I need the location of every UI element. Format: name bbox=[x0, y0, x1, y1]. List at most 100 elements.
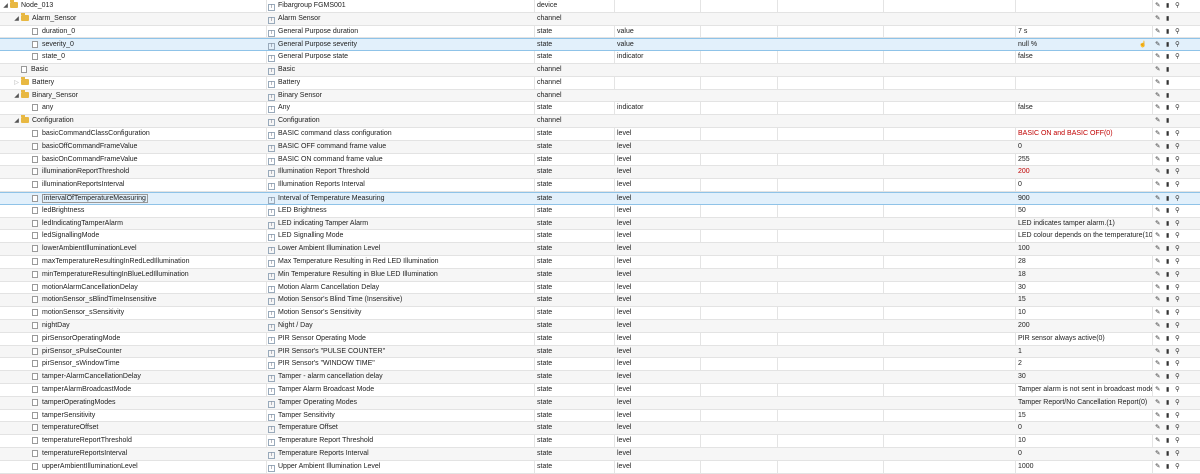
tree-row-state[interactable]: pirSensor_sWindowTime i PIR Sensor's "WIND… bbox=[0, 358, 1200, 372]
edit-icon[interactable]: ✎ bbox=[1155, 333, 1160, 345]
object-id[interactable]: Battery bbox=[32, 79, 54, 86]
delete-icon[interactable]: ▮ bbox=[1166, 333, 1169, 345]
tree-row-state[interactable]: basicOffCommandFrameValue i BASIC OFF comm… bbox=[0, 140, 1200, 154]
object-value[interactable]: 15 bbox=[1018, 410, 1152, 422]
object-value[interactable]: 100 bbox=[1018, 243, 1152, 255]
tree-row-state[interactable]: tamperAlarmBroadcastMode i Tamper Alarm Br… bbox=[0, 384, 1200, 397]
edit-icon[interactable]: ✎ bbox=[1155, 346, 1160, 358]
wrench-icon[interactable]: ⚲ bbox=[1175, 307, 1180, 319]
object-value[interactable]: 7 s bbox=[1018, 26, 1152, 38]
delete-icon[interactable]: ▮ bbox=[1166, 282, 1169, 294]
object-id[interactable]: upperAmbientIlluminationLevel bbox=[42, 463, 138, 470]
edit-icon[interactable]: ✎ bbox=[1155, 269, 1160, 281]
object-value[interactable]: BASIC ON and BASIC OFF(0) bbox=[1018, 128, 1152, 140]
tree-row-state[interactable]: severity_0 i General Purpose severity state… bbox=[0, 38, 1200, 52]
wrench-icon[interactable]: ⚲ bbox=[1175, 384, 1180, 396]
object-id[interactable]: lowerAmbientIlluminationLevel bbox=[42, 245, 137, 252]
edit-icon[interactable]: ✎ bbox=[1155, 243, 1160, 255]
delete-icon[interactable]: ▮ bbox=[1166, 320, 1169, 332]
object-id[interactable]: motionSensor_sSensitivity bbox=[42, 309, 124, 316]
object-value[interactable]: 200 bbox=[1018, 166, 1152, 178]
edit-icon[interactable]: ✎ bbox=[1155, 384, 1160, 396]
wrench-icon[interactable]: ⚲ bbox=[1175, 422, 1180, 434]
tree-row-folder[interactable]: ◢ Node_013 i Fibargroup FGMS001 device ✎ ▮ ⚲ bbox=[0, 0, 1200, 13]
edit-icon[interactable]: ✎ bbox=[1155, 461, 1160, 473]
delete-icon[interactable]: ▮ bbox=[1166, 218, 1169, 230]
object-id[interactable]: illuminationReportsInterval bbox=[42, 181, 124, 188]
object-value[interactable] bbox=[1018, 77, 1152, 89]
wrench-icon[interactable]: ⚲ bbox=[1175, 154, 1180, 166]
object-id[interactable]: tamper-AlarmCancellationDelay bbox=[42, 373, 141, 380]
delete-icon[interactable]: ▮ bbox=[1166, 90, 1169, 102]
tree-row-state[interactable]: tamperOperatingModes i Tamper Operating Mo… bbox=[0, 396, 1200, 410]
object-id[interactable]: intervalOfTemperatureMeasuring bbox=[42, 194, 148, 203]
tree-row-state[interactable]: motionAlarmCancellationDelay i Motion Alar… bbox=[0, 282, 1200, 295]
delete-icon[interactable]: ▮ bbox=[1166, 141, 1169, 153]
tree-row-state[interactable]: pirSensor_sPulseCounter i PIR Sensor's "PU… bbox=[0, 345, 1200, 359]
object-id[interactable]: Binary_Sensor bbox=[32, 92, 78, 99]
edit-icon[interactable]: ✎ bbox=[1155, 307, 1160, 319]
object-id[interactable]: maxTemperatureResultingInRedLedIlluminat… bbox=[42, 258, 189, 265]
delete-icon[interactable]: ▮ bbox=[1166, 26, 1169, 38]
object-value[interactable]: 0 bbox=[1018, 448, 1152, 460]
delete-icon[interactable]: ▮ bbox=[1166, 371, 1169, 383]
collapse-icon[interactable]: ◢ bbox=[12, 115, 21, 127]
tree-row-state[interactable]: tamper-AlarmCancellationDelay i Tamper - a… bbox=[0, 371, 1200, 384]
tree-row-folder[interactable]: ▷ Battery i Battery channel ✎ ▮ bbox=[0, 76, 1200, 90]
object-id[interactable]: Alarm_Sensor bbox=[32, 15, 76, 22]
edit-icon[interactable]: ✎ bbox=[1155, 77, 1160, 89]
object-value[interactable]: null % bbox=[1018, 39, 1152, 51]
edit-icon[interactable]: ✎ bbox=[1155, 320, 1160, 332]
object-value[interactable]: 900 bbox=[1018, 193, 1152, 205]
wrench-icon[interactable]: ⚲ bbox=[1175, 371, 1180, 383]
collapse-icon[interactable]: ◢ bbox=[12, 90, 21, 102]
edit-icon[interactable]: ✎ bbox=[1155, 448, 1160, 460]
tree-row-state[interactable]: illuminationReportThreshold i Illumination… bbox=[0, 166, 1200, 180]
object-value[interactable]: Tamper Report/No Cancellation Report(0) bbox=[1018, 397, 1152, 409]
object-id[interactable]: motionSensor_sBlindTimeInsensitive bbox=[42, 296, 157, 303]
object-value[interactable]: 28 bbox=[1018, 256, 1152, 268]
tree-row-folder[interactable]: ◢ Alarm_Sensor i Alarm Sensor channel ✎ ▮ bbox=[0, 12, 1200, 26]
edit-icon[interactable]: ✎ bbox=[1155, 205, 1160, 217]
object-value[interactable]: LED colour depends on the temperature(10… bbox=[1018, 230, 1152, 242]
wrench-icon[interactable]: ⚲ bbox=[1175, 320, 1180, 332]
object-value[interactable] bbox=[1018, 115, 1152, 127]
edit-icon[interactable]: ✎ bbox=[1155, 115, 1160, 127]
delete-icon[interactable]: ▮ bbox=[1166, 397, 1169, 409]
object-id[interactable]: tamperOperatingModes bbox=[42, 399, 116, 406]
wrench-icon[interactable]: ⚲ bbox=[1175, 448, 1180, 460]
object-id[interactable]: tamperSensitivity bbox=[42, 412, 95, 419]
edit-icon[interactable]: ✎ bbox=[1155, 166, 1160, 178]
delete-icon[interactable]: ▮ bbox=[1166, 435, 1169, 447]
delete-icon[interactable]: ▮ bbox=[1166, 39, 1169, 51]
wrench-icon[interactable]: ⚲ bbox=[1175, 51, 1180, 63]
wrench-icon[interactable]: ⚲ bbox=[1175, 193, 1180, 205]
delete-icon[interactable]: ▮ bbox=[1166, 384, 1169, 396]
delete-icon[interactable]: ▮ bbox=[1166, 461, 1169, 473]
tree-row-state[interactable]: temperatureOffset i Temperature Offset stat… bbox=[0, 422, 1200, 436]
delete-icon[interactable]: ▮ bbox=[1166, 358, 1169, 370]
object-value[interactable]: 30 bbox=[1018, 282, 1152, 294]
object-id[interactable]: state_0 bbox=[42, 53, 65, 60]
wrench-icon[interactable]: ⚲ bbox=[1175, 294, 1180, 306]
object-id[interactable]: ledSignallingMode bbox=[42, 232, 99, 239]
object-value[interactable]: 50 bbox=[1018, 205, 1152, 217]
tree-row-state[interactable]: pirSensorOperatingMode i PIR Sensor Operat… bbox=[0, 333, 1200, 346]
object-id[interactable]: tamperAlarmBroadcastMode bbox=[42, 386, 131, 393]
object-value[interactable] bbox=[1018, 13, 1152, 25]
tree-row-state[interactable]: lowerAmbientIlluminationLevel i Lower Ambi… bbox=[0, 243, 1200, 256]
tree-row-state[interactable]: nightDay i Night / Day state level 200 ✎ ▮ ⚲ bbox=[0, 320, 1200, 333]
edit-icon[interactable]: ✎ bbox=[1155, 0, 1160, 12]
object-value[interactable]: LED indicates tamper alarm.(1) bbox=[1018, 218, 1152, 230]
object-value[interactable]: 1 bbox=[1018, 346, 1152, 358]
edit-icon[interactable]: ✎ bbox=[1155, 90, 1160, 102]
object-value[interactable]: false bbox=[1018, 51, 1152, 63]
object-id[interactable]: motionAlarmCancellationDelay bbox=[42, 284, 138, 291]
object-id[interactable]: severity_0 bbox=[42, 41, 74, 48]
delete-icon[interactable]: ▮ bbox=[1166, 346, 1169, 358]
wrench-icon[interactable]: ⚲ bbox=[1175, 358, 1180, 370]
tree-row-state[interactable]: basicOnCommandFrameValue i BASIC ON comman… bbox=[0, 154, 1200, 167]
edit-icon[interactable]: ✎ bbox=[1155, 218, 1160, 230]
object-value[interactable]: 0 bbox=[1018, 422, 1152, 434]
object-value[interactable]: 2 bbox=[1018, 358, 1152, 370]
